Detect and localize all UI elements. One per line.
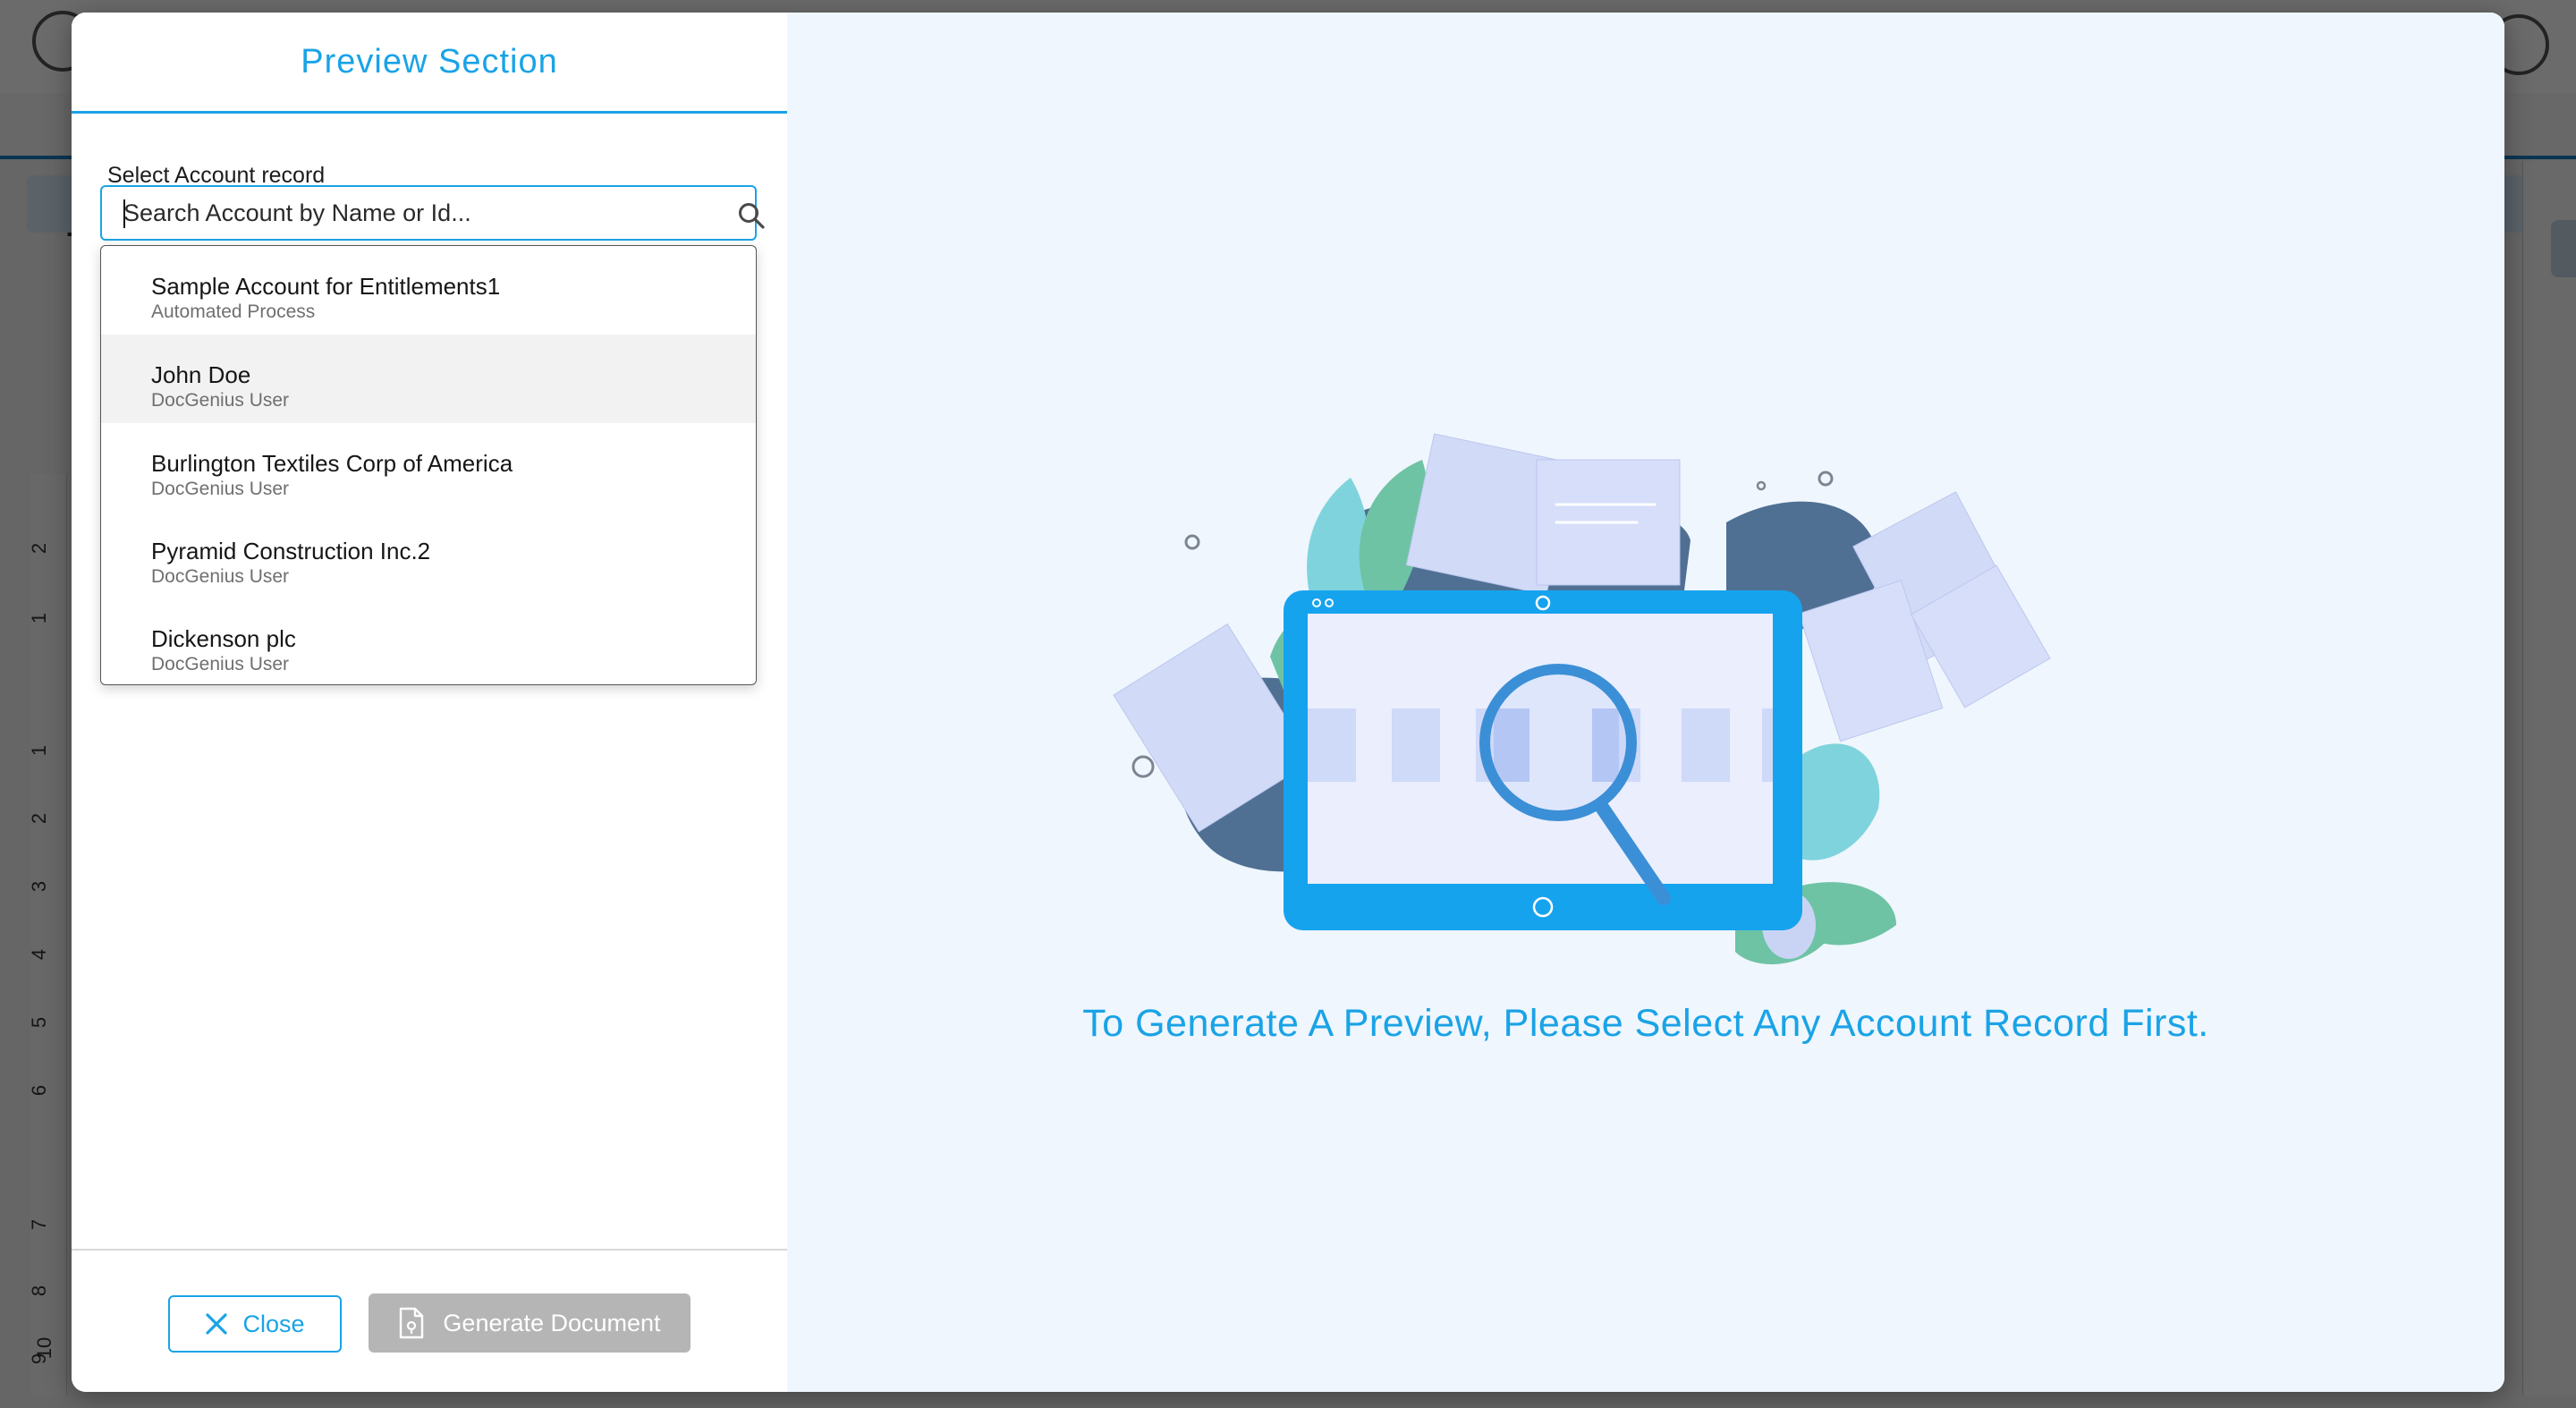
modal-footer: Close Generate Document	[72, 1249, 787, 1392]
close-x-icon	[206, 1313, 228, 1335]
search-icon[interactable]	[737, 201, 766, 230]
account-option-owner: Automated Process	[151, 301, 316, 322]
generate-document-label: Generate Document	[443, 1309, 661, 1336]
account-search-field[interactable]	[100, 185, 765, 241]
account-option-owner: DocGenius User	[151, 654, 290, 674]
account-option-name: Burlington Textiles Corp of America	[151, 450, 513, 477]
account-option-owner: DocGenius User	[151, 479, 290, 499]
page-title: Preview Section	[301, 42, 558, 81]
preview-settings-panel: Preview Section Select Account record Sa…	[72, 13, 787, 1392]
account-option-name: Dickenson plc	[151, 625, 296, 652]
preview-area: To Generate A Preview, Please Select Any…	[787, 13, 2504, 1392]
preview-empty-message: To Generate A Preview, Please Select Any…	[1082, 1002, 2209, 1045]
account-option-name: John Doe	[151, 361, 251, 388]
account-option[interactable]: Sample Account for Entitlements1 Automat…	[101, 246, 756, 335]
account-results-dropdown[interactable]: Sample Account for Entitlements1 Automat…	[100, 245, 757, 685]
account-option[interactable]: Pyramid Construction Inc.2 DocGenius Use…	[101, 511, 756, 599]
preview-modal: Preview Section Select Account record Sa…	[72, 13, 2504, 1392]
document-icon	[400, 1307, 424, 1339]
account-option[interactable]: Burlington Textiles Corp of America DocG…	[101, 423, 756, 512]
generate-document-button[interactable]: Generate Document	[369, 1293, 691, 1353]
account-option-hovered[interactable]: John Doe DocGenius User	[101, 335, 756, 423]
account-option-owner: DocGenius User	[151, 390, 290, 411]
tablet-magnifier-documents-illustration	[1113, 433, 2051, 964]
account-option-name: Pyramid Construction Inc.2	[151, 538, 431, 564]
account-option-name: Sample Account for Entitlements1	[151, 273, 501, 300]
account-option-owner: DocGenius User	[151, 566, 290, 587]
text-caret	[123, 199, 125, 228]
close-button[interactable]: Close	[168, 1295, 342, 1353]
account-option[interactable]: Dickenson plc DocGenius User	[101, 598, 756, 684]
panel-header: Preview Section	[72, 13, 787, 114]
close-button-label: Close	[242, 1310, 305, 1337]
account-search-input[interactable]	[123, 187, 696, 239]
